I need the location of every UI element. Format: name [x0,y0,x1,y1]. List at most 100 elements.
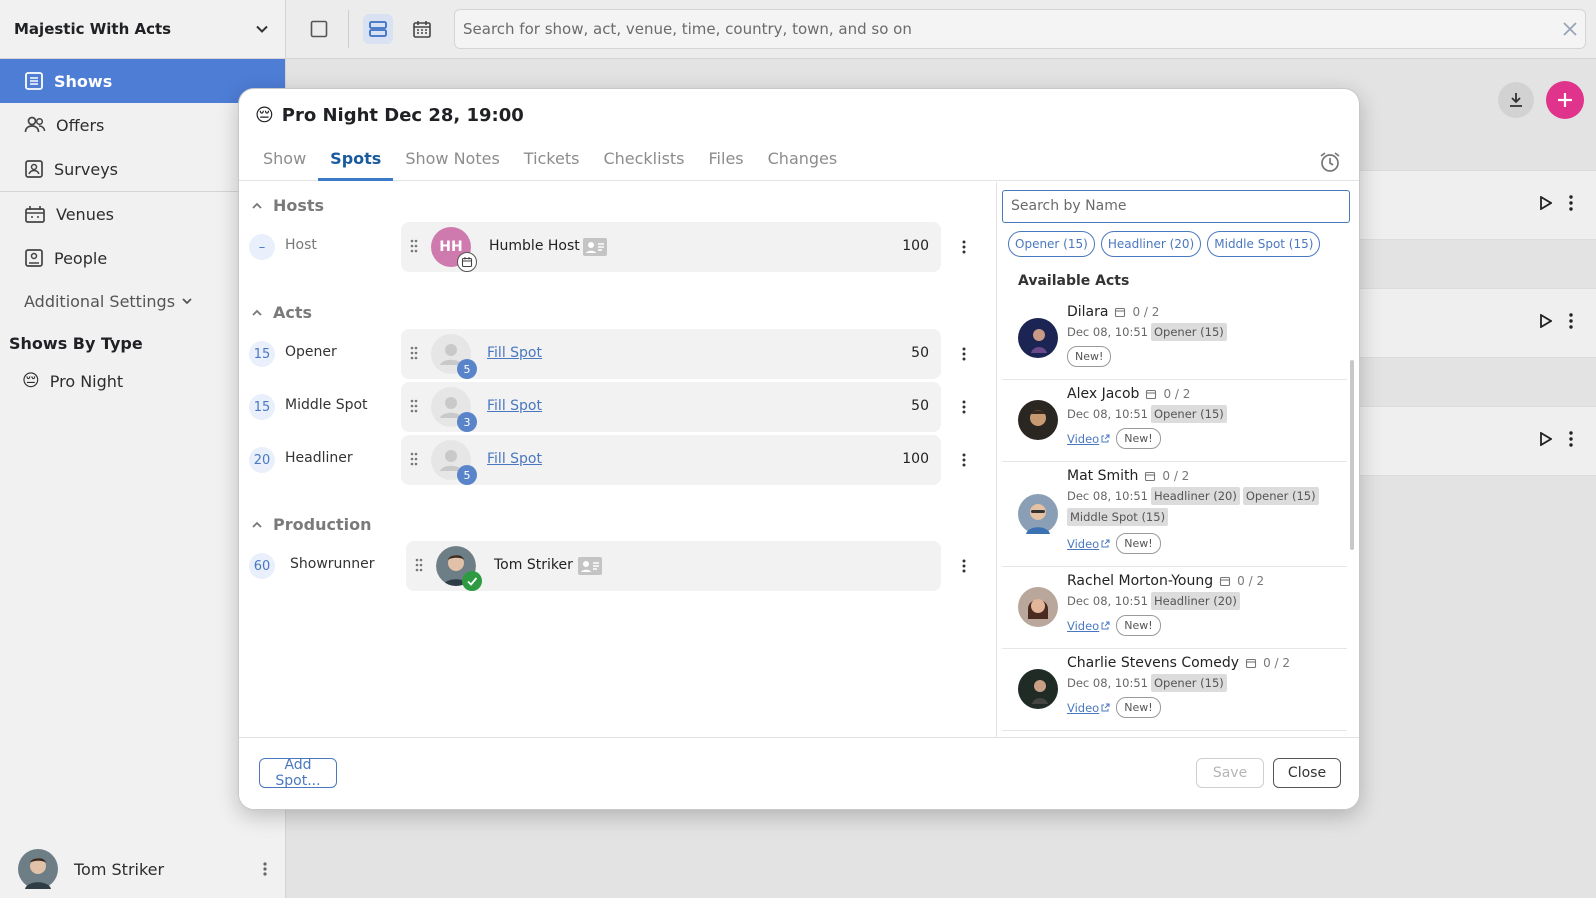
nav-surveys-label: Surveys [54,159,118,179]
group-hosts-header[interactable]: Hosts [251,196,324,215]
close-icon[interactable] [1563,22,1577,36]
org-selector[interactable]: Majestic With Acts [0,0,285,59]
show-list-row[interactable] [1320,288,1596,358]
group-acts-header[interactable]: Acts [251,303,312,322]
alarm-clock-icon[interactable] [1319,151,1341,173]
show-list-row[interactable] [1320,406,1596,476]
acts-scrollbar[interactable] [1350,360,1354,550]
contact-card-icon[interactable] [583,238,607,256]
filter-chip[interactable]: Headliner (20) [1100,231,1202,257]
external-link-icon [1101,539,1110,548]
spot-label: Headliner [285,450,353,466]
external-link-icon [1101,621,1110,630]
more-vertical-icon[interactable] [1568,431,1574,447]
add-show-button[interactable] [1546,81,1584,119]
spot-amount: 100 [902,238,929,254]
spot-length-badge: – [249,234,275,260]
drag-handle-icon[interactable] [410,452,418,466]
name-search-input[interactable]: Search by Name [1002,190,1350,223]
more-vertical-icon[interactable] [961,558,967,574]
spot-slot[interactable]: 5 Fill Spot 50 [401,329,941,379]
act-name-row: Alex Jacob 0 / 2 [1067,386,1190,402]
video-link[interactable]: Video [1067,432,1110,446]
top-bar: Search for show, act, venue, time, count… [286,0,1596,59]
modal-title-text: Pro Night Dec 28, 19:00 [281,105,524,126]
available-acts-heading: Available Acts [1018,273,1130,289]
tab-spots[interactable]: Spots [318,147,394,181]
drag-handle-icon[interactable] [410,346,418,360]
applied-date: Dec 08, 10:51 [1067,676,1148,690]
more-vertical-icon[interactable] [961,452,967,468]
spot-slot[interactable]: HH Humble Host 100 [401,222,941,272]
spot-tag: Headliner (20) [1151,487,1240,505]
group-production-header[interactable]: Production [251,515,371,534]
tab-changes[interactable]: Changes [756,147,850,181]
select-all-checkbox[interactable] [304,14,334,44]
list-item[interactable]: Mat Smith 0 / 2 Dec 08, 10:51 Headliner (2… [1002,462,1347,567]
tab-checklists[interactable]: Checklists [591,147,696,181]
video-link[interactable]: Video [1067,619,1110,633]
calendar-view-icon[interactable] [407,14,437,44]
save-button[interactable]: Save [1196,758,1264,788]
filter-chip[interactable]: Middle Spot (15) [1207,231,1321,257]
booking-count: 0 / 2 [1263,656,1291,670]
fill-spot-link[interactable]: Fill Spot [487,398,542,414]
spot-label: Middle Spot [285,397,368,413]
contact-card-icon[interactable] [578,557,602,575]
spot-slot[interactable]: 3 Fill Spot 50 [401,382,941,432]
list-item[interactable]: Charlie Stevens Comedy 0 / 2 Dec 08, 10:5… [1002,649,1347,731]
tab-show[interactable]: Show [251,147,318,181]
spot-label: Host [285,237,317,253]
spot-slot[interactable]: Tom Striker [406,541,941,591]
show-list-row[interactable] [1320,170,1596,240]
more-vertical-icon[interactable] [961,346,967,362]
group-production-title: Production [273,515,372,534]
new-badge: New! [1116,697,1161,718]
confirmed-check-icon [462,571,482,591]
video-link[interactable]: Video [1067,537,1110,551]
spot-tag: Middle Spot (15) [1067,508,1169,526]
play-icon[interactable] [1540,314,1552,328]
video-link[interactable]: Video [1067,701,1110,715]
spot-row-opener: 15 Opener 5 Fill Spot 50 [249,329,989,379]
applied-date: Dec 08, 10:51 [1067,325,1148,339]
more-vertical-icon[interactable] [1568,195,1574,211]
chevron-down-icon [255,22,269,36]
list-item[interactable]: Dilara 0 / 2 Dec 08, 10:51 Opener (15) New… [1002,298,1347,380]
tab-show-notes[interactable]: Show Notes [393,147,511,181]
list-item[interactable]: Alex Jacob 0 / 2 Dec 08, 10:51 Opener (15)… [1002,380,1347,462]
tab-tickets[interactable]: Tickets [512,147,592,181]
spot-tag: Opener (15) [1242,487,1319,505]
main-search-input[interactable]: Search for show, act, venue, time, count… [454,9,1586,49]
more-vertical-icon[interactable] [961,239,967,255]
act-links: Video New! [1067,697,1161,718]
more-vertical-icon[interactable] [262,861,268,877]
play-icon[interactable] [1540,432,1552,446]
list-item[interactable]: Rachel Morton-Young 0 / 2 Dec 08, 10:51 He… [1002,567,1347,649]
fill-spot-link[interactable]: Fill Spot [487,451,542,467]
spot-tag: Headliner (20) [1151,592,1240,610]
download-button[interactable] [1498,82,1534,118]
list-view-icon[interactable] [363,14,393,44]
spot-tag: Opener (15) [1151,323,1227,341]
add-spot-button[interactable]: Add Spot... [259,757,337,789]
additional-settings-label: Additional Settings [24,291,176,311]
venue-icon [24,204,46,224]
user-name: Tom Striker [74,859,165,879]
drag-handle-icon[interactable] [415,558,423,572]
close-button[interactable]: Close [1273,758,1341,788]
tab-files[interactable]: Files [697,147,756,181]
more-vertical-icon[interactable] [961,399,967,415]
filter-chip[interactable]: Opener (15) [1008,231,1095,257]
avatar [1018,669,1058,709]
drag-handle-icon[interactable] [410,399,418,413]
new-badge: New! [1116,428,1161,449]
play-icon[interactable] [1540,196,1552,210]
more-vertical-icon[interactable] [1568,313,1574,329]
spot-slot[interactable]: 5 Fill Spot 100 [401,435,941,485]
fill-spot-link[interactable]: Fill Spot [487,345,542,361]
main-search-placeholder: Search for show, act, venue, time, count… [463,20,912,38]
avatar[interactable] [18,849,58,889]
applied-date: Dec 08, 10:51 [1067,594,1148,608]
drag-handle-icon[interactable] [410,239,418,253]
